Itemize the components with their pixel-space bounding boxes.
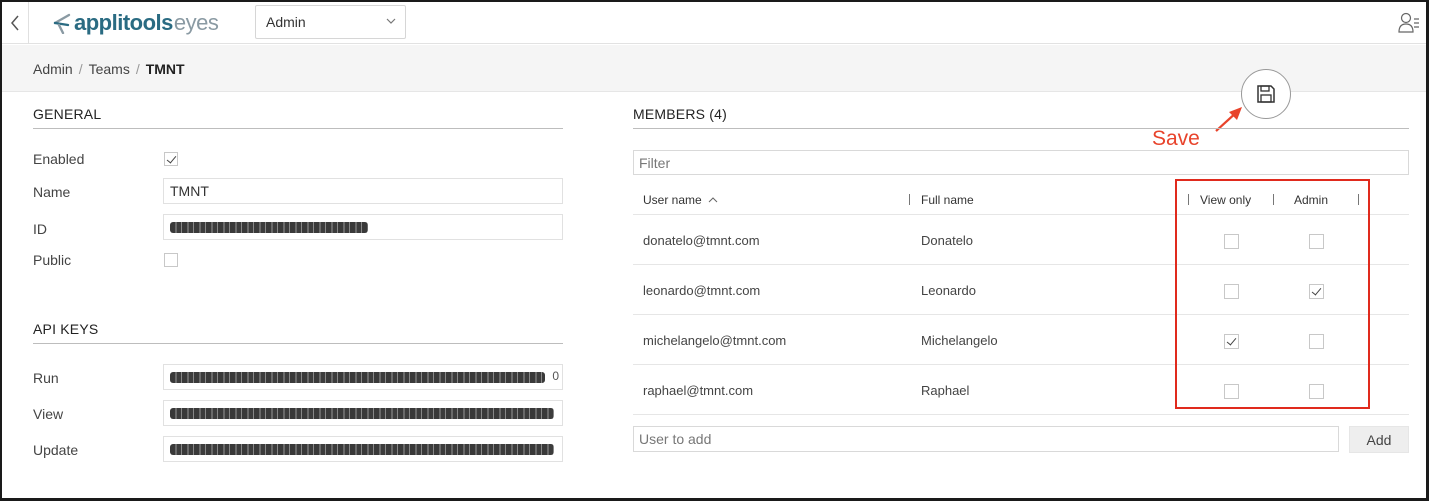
section-divider bbox=[33, 343, 563, 344]
member-user-name: michelangelo@tmnt.com bbox=[643, 333, 787, 348]
view-only-checkbox[interactable] bbox=[1224, 384, 1239, 399]
general-section-title: GENERAL bbox=[33, 106, 102, 122]
view-key-field[interactable] bbox=[163, 400, 563, 426]
breadcrumb-bar: Admin / Teams / TMNT bbox=[2, 45, 1426, 92]
table-divider bbox=[633, 214, 1409, 215]
row-divider bbox=[633, 364, 1409, 365]
members-section-title: MEMBERS (4) bbox=[633, 106, 727, 122]
user-name-header-label: User name bbox=[643, 193, 702, 207]
column-header-view-only[interactable]: View only bbox=[1200, 193, 1251, 207]
public-label: Public bbox=[33, 252, 72, 268]
filter-input[interactable]: Filter bbox=[633, 150, 1409, 175]
breadcrumb-separator: / bbox=[78, 61, 83, 77]
chevron-down-icon bbox=[386, 18, 396, 24]
member-user-name: donatelo@tmnt.com bbox=[643, 233, 760, 248]
view-only-checkbox[interactable] bbox=[1224, 334, 1239, 349]
member-full-name: Leonardo bbox=[921, 283, 976, 298]
enabled-checkbox[interactable] bbox=[164, 152, 178, 166]
name-label: Name bbox=[33, 184, 71, 200]
redacted-update-key bbox=[170, 444, 554, 455]
sort-ascending-icon bbox=[708, 197, 718, 203]
row-divider bbox=[633, 314, 1409, 315]
section-divider bbox=[33, 128, 563, 129]
save-annotation: Save bbox=[1152, 127, 1200, 150]
view-only-checkbox[interactable] bbox=[1224, 284, 1239, 299]
logo-text-primary: applitools bbox=[74, 10, 173, 35]
column-resize-handle[interactable] bbox=[909, 194, 910, 205]
top-bar: applitools eyes Admin bbox=[2, 2, 1426, 44]
logo-text-secondary: eyes bbox=[173, 10, 219, 35]
user-settings-icon[interactable] bbox=[1398, 11, 1420, 35]
account-select[interactable]: Admin bbox=[255, 5, 406, 39]
update-key-field[interactable] bbox=[163, 436, 563, 462]
id-label: ID bbox=[33, 221, 47, 237]
breadcrumb-current: TMNT bbox=[145, 61, 185, 77]
breadcrumb-admin[interactable]: Admin bbox=[33, 61, 73, 77]
member-full-name: Donatelo bbox=[921, 233, 974, 248]
row-divider bbox=[633, 264, 1409, 265]
enabled-label: Enabled bbox=[33, 151, 85, 167]
view-only-checkbox[interactable] bbox=[1224, 234, 1239, 249]
redacted-id-value bbox=[170, 222, 368, 233]
breadcrumb-separator: / bbox=[135, 61, 140, 77]
chevron-left-icon bbox=[11, 15, 19, 31]
id-field[interactable] bbox=[163, 214, 563, 240]
column-header-user-name[interactable]: User name bbox=[643, 193, 718, 207]
breadcrumb: Admin / Teams / TMNT bbox=[33, 61, 185, 77]
redacted-run-key bbox=[170, 372, 545, 383]
redacted-view-key bbox=[170, 408, 554, 419]
admin-checkbox[interactable] bbox=[1309, 284, 1324, 299]
save-button[interactable] bbox=[1241, 69, 1291, 119]
floppy-disk-icon bbox=[1257, 85, 1275, 103]
account-select-value: Admin bbox=[266, 14, 306, 30]
back-button[interactable] bbox=[2, 2, 29, 44]
name-field[interactable]: TMNT bbox=[163, 178, 563, 204]
logo[interactable]: applitools eyes bbox=[52, 10, 219, 36]
member-full-name: Michelangelo bbox=[921, 333, 998, 348]
member-full-name: Raphael bbox=[921, 383, 970, 398]
admin-checkbox[interactable] bbox=[1309, 334, 1324, 349]
admin-checkbox[interactable] bbox=[1309, 384, 1324, 399]
annotation-arrow-icon bbox=[1215, 107, 1242, 132]
column-resize-handle[interactable] bbox=[1188, 194, 1189, 205]
column-header-full-name[interactable]: Full name bbox=[921, 193, 974, 207]
add-user-button[interactable]: Add bbox=[1349, 426, 1409, 453]
view-key-label: View bbox=[33, 406, 64, 422]
public-checkbox[interactable] bbox=[164, 253, 178, 267]
column-resize-handle[interactable] bbox=[1358, 194, 1359, 205]
breadcrumb-teams[interactable]: Teams bbox=[89, 61, 130, 77]
api-keys-section-title: API KEYS bbox=[33, 321, 99, 337]
user-to-add-input[interactable]: User to add bbox=[633, 426, 1339, 452]
row-divider bbox=[633, 414, 1409, 415]
member-user-name: raphael@tmnt.com bbox=[643, 383, 754, 398]
column-header-admin[interactable]: Admin bbox=[1294, 193, 1328, 207]
column-resize-handle[interactable] bbox=[1273, 194, 1274, 205]
logo-mark-icon bbox=[53, 13, 71, 34]
member-user-name: leonardo@tmnt.com bbox=[643, 283, 761, 298]
app-window: applitools eyes Admin Admin / Teams / TM… bbox=[2, 2, 1426, 498]
section-divider bbox=[633, 128, 1409, 129]
update-key-label: Update bbox=[33, 442, 79, 458]
run-key-visible-tail: 0 bbox=[552, 369, 559, 383]
run-key-label: Run bbox=[33, 370, 59, 386]
run-key-field[interactable]: 0 bbox=[163, 364, 563, 390]
admin-checkbox[interactable] bbox=[1309, 234, 1324, 249]
